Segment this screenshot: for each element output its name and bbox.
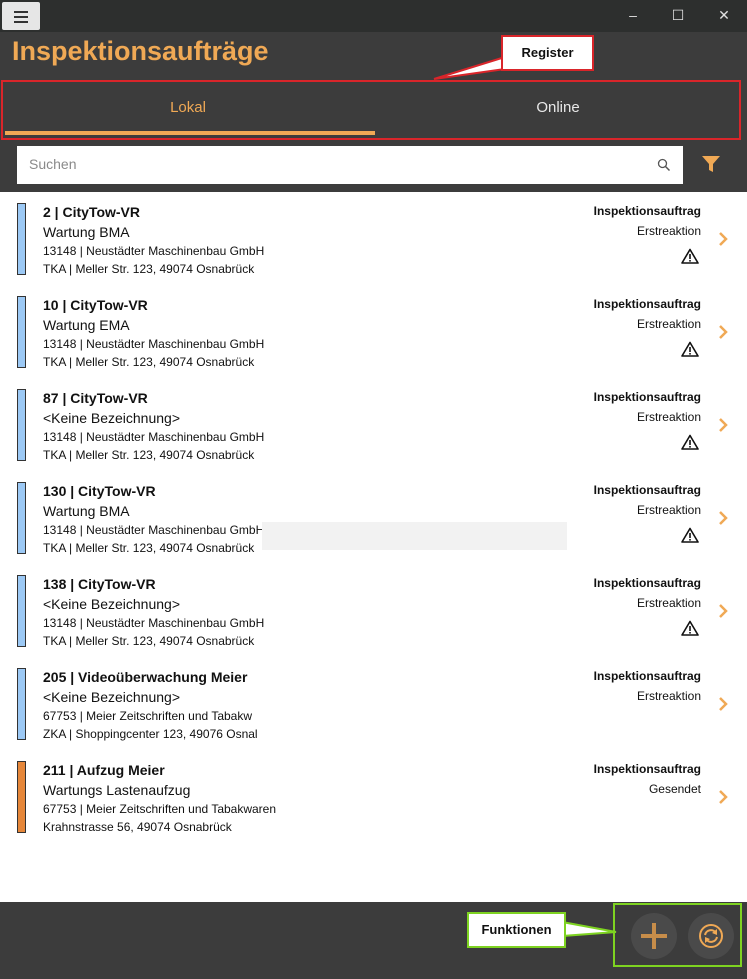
order-row[interactable]: 2 | CityTow-VR Wartung BMA 13148 | Neustäd… [0,192,747,285]
redacted-area [262,522,567,550]
order-type: Inspektionsauftrag [593,483,701,497]
order-type: Inspektionsauftrag [593,390,701,404]
tab-lokal[interactable]: Lokal [3,82,373,138]
order-title: 2 | CityTow-VR [43,204,140,220]
warning-icon [681,527,699,543]
order-description: Wartung EMA [43,317,130,333]
register-callout-pointer [433,55,506,80]
filter-icon[interactable] [700,154,722,174]
order-description: Wartung BMA [43,224,130,240]
search-icon[interactable] [657,158,671,172]
chevron-right-icon[interactable] [718,325,728,339]
funktionen-callout-pointer [561,920,617,938]
warning-icon [681,248,699,264]
chevron-right-icon[interactable] [718,418,728,432]
order-customer: 67753 | Meier Zeitschriften und Tabakwar… [43,802,277,816]
order-type: Inspektionsauftrag [593,576,701,590]
order-status: Erstreaktion [636,410,701,424]
order-description: Wartungs Lastenaufzug [43,782,191,798]
order-address: TKA | Meller Str. 123, 49074 Osnabrück [43,262,255,276]
order-status: Erstreaktion [636,224,701,238]
tab-online[interactable]: Online [373,82,743,138]
order-title: 87 | CityTow-VR [43,390,148,406]
warning-icon [681,434,699,450]
register-callout: Register [501,35,594,71]
order-title: 211 | Aufzug Meier [43,762,165,778]
funktionen-callout: Funktionen [467,912,566,948]
chevron-right-icon[interactable] [718,511,728,525]
order-customer: 13148 | Neustädter Maschinenbau GmbH [43,616,265,630]
order-address: TKA | Meller Str. 123, 49074 Osnabrück [43,448,255,462]
order-description: Wartung BMA [43,503,130,519]
status-color-bar [17,389,26,461]
order-customer: 13148 | Neustädter Maschinenbau GmbH [43,244,265,258]
order-description: <Keine Bezeichnung> [43,689,180,705]
order-status: Erstreaktion [636,689,701,703]
plus-icon [641,923,667,949]
order-address: Krahnstrasse 56, 49074 Osnabrück [43,820,232,834]
sync-button[interactable] [688,913,734,959]
order-address: TKA | Meller Str. 123, 49074 Osnabrück [43,355,255,369]
minimize-button[interactable]: – [610,0,656,30]
order-type: Inspektionsauftrag [593,204,701,218]
order-row[interactable]: 130 | CityTow-VR Wartung BMA 13148 | Neust… [0,471,747,564]
order-title: 10 | CityTow-VR [43,297,148,313]
order-address: TKA | Meller Str. 123, 49074 Osnabrück [43,541,255,555]
order-customer: 13148 | Neustädter Maschinenbau GmbH [43,337,265,351]
maximize-button[interactable]: ☐ [655,0,701,30]
order-title: 205 | Videoüberwachung Meier [43,669,248,685]
order-type: Inspektionsauftrag [593,762,701,776]
order-status: Gesendet [648,782,701,796]
status-color-bar [17,203,26,275]
close-button[interactable]: ✕ [701,0,747,30]
status-color-bar [17,761,26,833]
order-address: ZKA | Shoppingcenter 123, 49076 Osnal [43,727,258,741]
order-customer: 13148 | Neustädter Maschinenbau GmbH [43,430,265,444]
chevron-right-icon[interactable] [718,604,728,618]
chevron-right-icon[interactable] [718,790,728,804]
hamburger-icon[interactable] [2,2,40,30]
status-color-bar [17,575,26,647]
order-type: Inspektionsauftrag [593,669,701,683]
title-bar: – ☐ ✕ [0,0,747,32]
status-color-bar [17,668,26,740]
order-status: Erstreaktion [636,596,701,610]
tab-bar: Lokal Online [1,80,741,140]
order-customer: 67753 | Meier Zeitschriften und Tabakw [43,709,253,723]
order-row[interactable]: 211 | Aufzug Meier Wartungs Lastenaufzug 6… [0,750,747,843]
status-color-bar [17,296,26,368]
order-status: Erstreaktion [636,503,701,517]
order-description: <Keine Bezeichnung> [43,596,180,612]
order-title: 138 | CityTow-VR [43,576,156,592]
order-row[interactable]: 10 | CityTow-VR Wartung EMA 13148 | Neustä… [0,285,747,378]
order-status: Erstreaktion [636,317,701,331]
search-box[interactable] [17,146,683,184]
chevron-right-icon[interactable] [718,697,728,711]
sync-icon [699,924,723,948]
page-title: Inspektionsaufträge [12,36,269,66]
active-tab-indicator [5,131,375,135]
add-button[interactable] [631,913,677,959]
search-input[interactable] [27,155,631,173]
order-address: TKA | Meller Str. 123, 49074 Osnabrück [43,634,255,648]
warning-icon [681,341,699,357]
chevron-right-icon[interactable] [718,232,728,246]
status-color-bar [17,482,26,554]
order-description: <Keine Bezeichnung> [43,410,180,426]
order-row[interactable]: 138 | CityTow-VR <Keine Bezeichnung> 13148… [0,564,747,657]
order-type: Inspektionsauftrag [593,297,701,311]
order-customer: 13148 | Neustädter Maschinenbau GmbH [43,523,265,537]
warning-icon [681,620,699,636]
order-row[interactable]: 87 | CityTow-VR <Keine Bezeichnung> 13148 … [0,378,747,471]
order-row[interactable]: 205 | Videoüberwachung Meier <Keine Bezei… [0,657,747,750]
order-title: 130 | CityTow-VR [43,483,156,499]
